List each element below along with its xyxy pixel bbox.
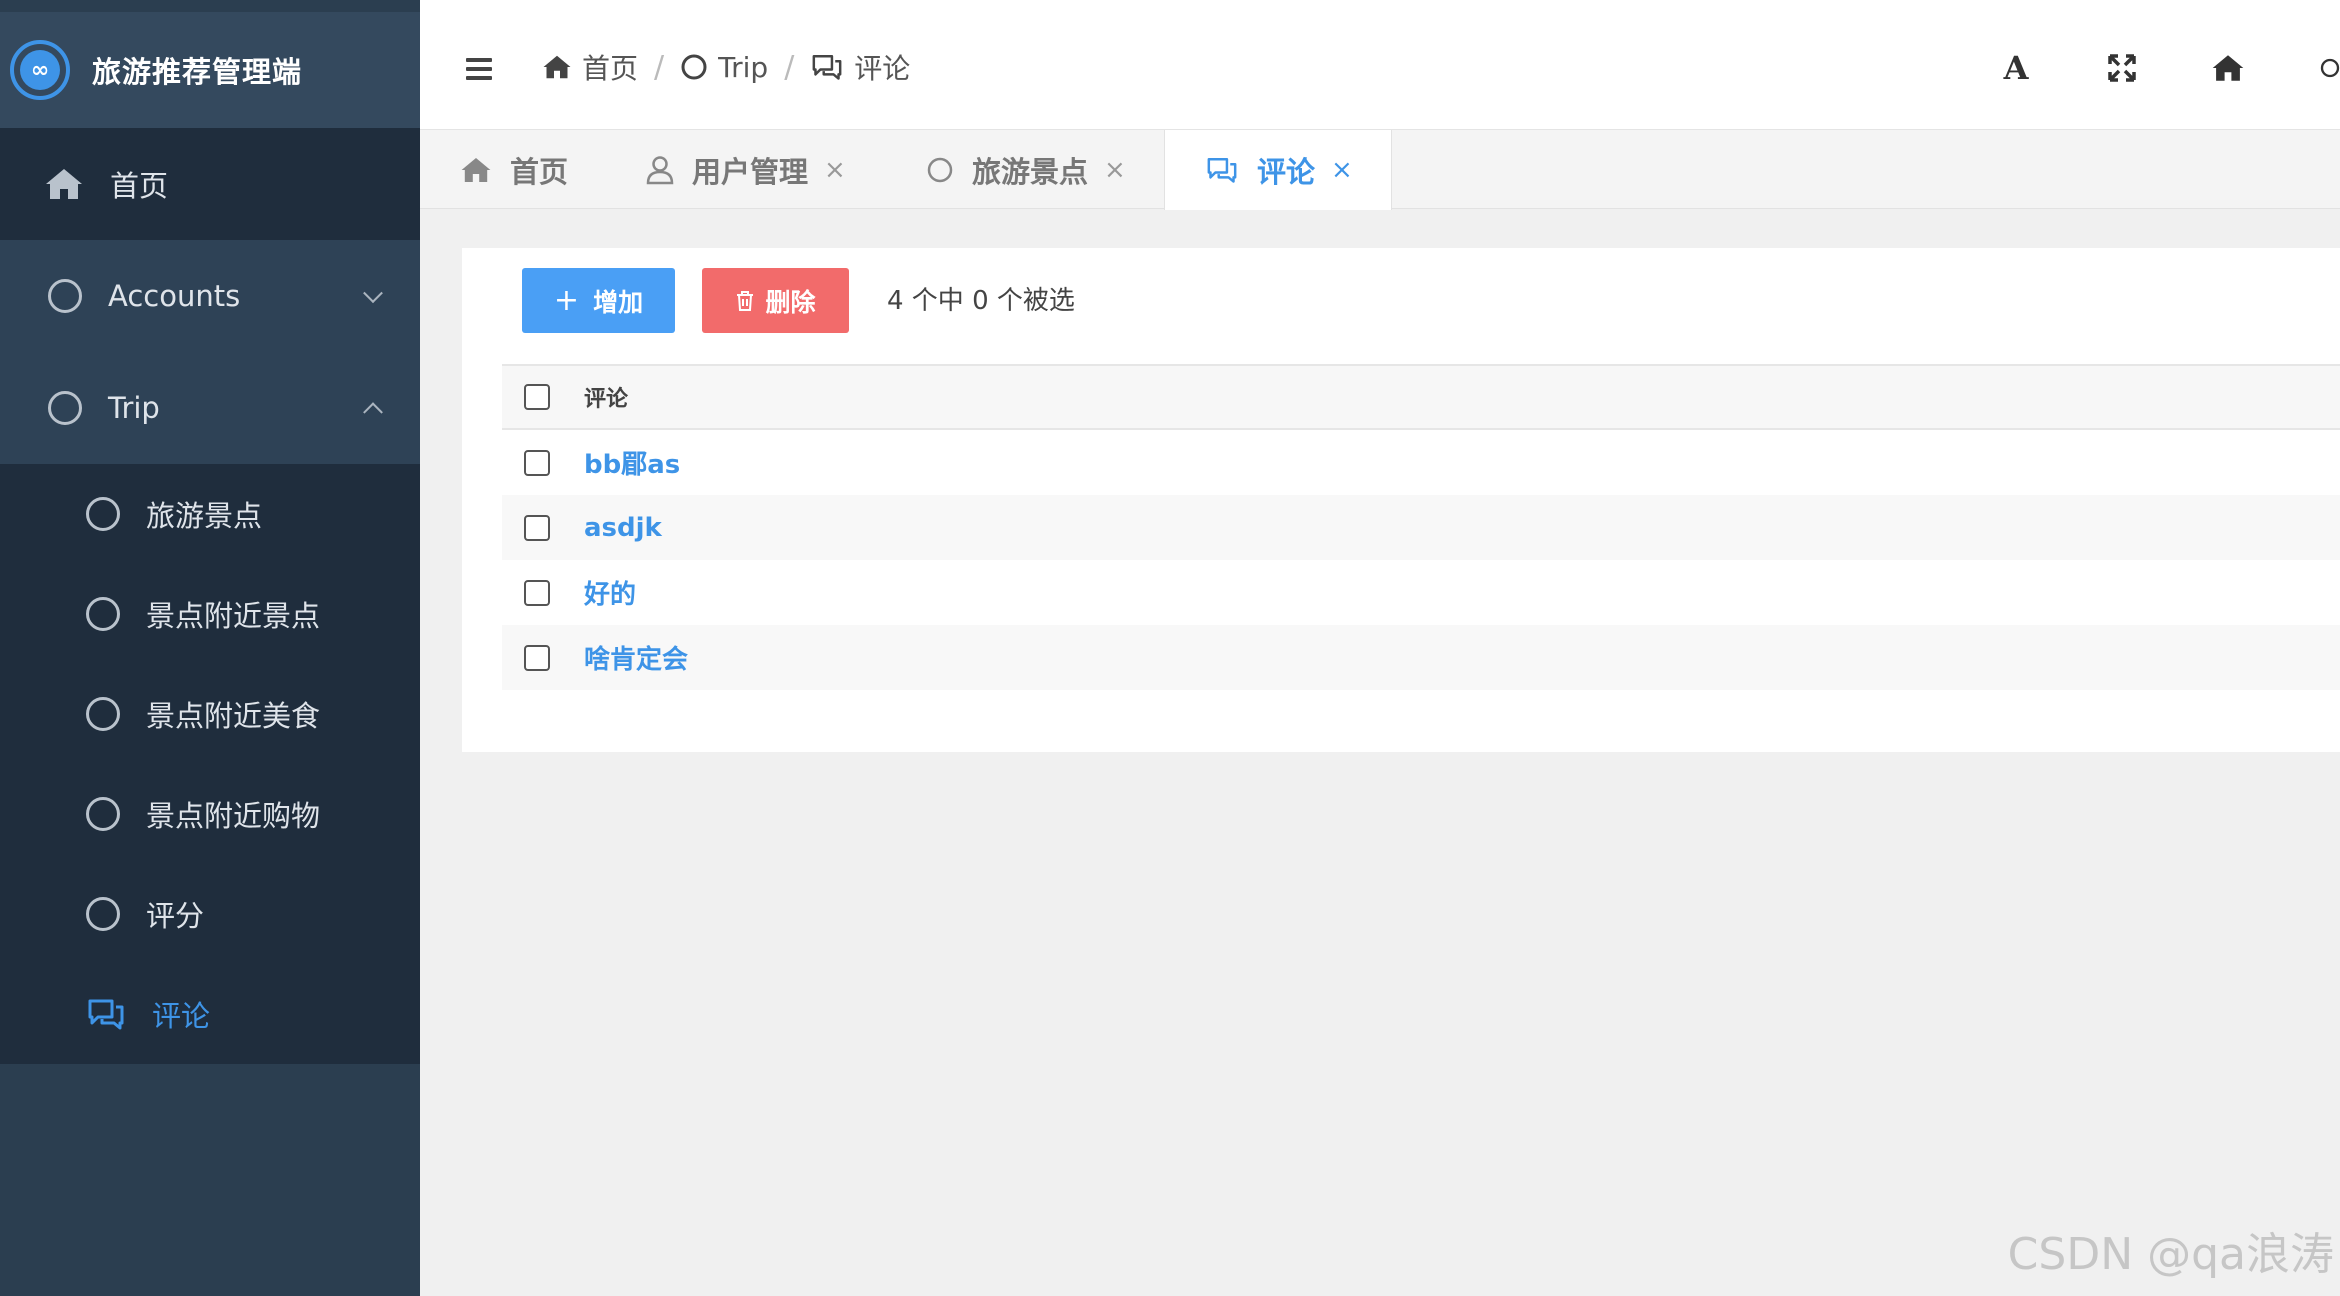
tab-user-management[interactable]: 用户管理 × <box>646 130 846 209</box>
circle-icon <box>86 797 120 831</box>
row-checkbox[interactable] <box>524 449 550 476</box>
comments-icon <box>1207 158 1237 183</box>
comment-link[interactable]: bb郿as <box>584 444 680 481</box>
tab-label: 用户管理 <box>692 154 809 189</box>
sidebar-subitem-nearby-shopping[interactable]: 景点附近购物 <box>0 764 420 864</box>
circle-icon <box>681 54 707 80</box>
sidebar-subitem-label: 评论 <box>152 999 211 1033</box>
row-checkbox[interactable] <box>524 514 550 541</box>
infinity-logo-icon: ∞ <box>10 40 70 100</box>
comments-icon <box>88 999 124 1030</box>
sidebar-subitem-label: 景点附近景点 <box>146 599 321 633</box>
breadcrumb-separator: / <box>784 49 795 85</box>
sidebar-subitem-label: 景点附近美食 <box>146 699 321 733</box>
circle-icon <box>86 497 120 531</box>
add-button-label: 增加 <box>593 287 644 317</box>
sidebar: ∞ 旅游推荐管理端 首页 Accounts Trip 旅游景点 景点附近景点 景… <box>0 0 420 1296</box>
sidebar-item-label: 首页 <box>110 169 169 203</box>
tab-label: 旅游景点 <box>972 154 1089 189</box>
trip-submenu: 旅游景点 景点附近景点 景点附近美食 景点附近购物 评分 评论 <box>0 464 420 1064</box>
select-all-checkbox[interactable] <box>524 384 550 410</box>
home-icon <box>461 157 491 182</box>
watermark: CSDN @qa浪涛 <box>2007 1229 2334 1280</box>
sidebar-subitem-label: 评分 <box>146 899 205 933</box>
circle-icon <box>48 279 82 313</box>
close-icon[interactable]: × <box>1331 155 1353 185</box>
sidebar-subitem-nearby-spots[interactable]: 景点附近景点 <box>0 564 420 664</box>
user-icon <box>646 155 674 184</box>
user-menu-icon[interactable] <box>2320 46 2340 90</box>
sidebar-subitem-scenic-spots[interactable]: 旅游景点 <box>0 464 420 564</box>
delete-button[interactable]: 删除 <box>702 268 849 333</box>
menu-toggle-icon[interactable] <box>466 58 492 80</box>
comments-icon <box>812 55 842 80</box>
breadcrumb-comments: 评论 <box>810 47 910 87</box>
top-header: 首页 / Trip / 评论 A <box>420 12 2340 130</box>
sidebar-item-trip[interactable]: Trip <box>0 352 420 464</box>
tab-label: 首页 <box>510 154 569 189</box>
sidebar-subitem-nearby-food[interactable]: 景点附近美食 <box>0 664 420 764</box>
fullscreen-icon[interactable] <box>2100 46 2144 90</box>
breadcrumb-trip[interactable]: Trip <box>680 51 768 84</box>
breadcrumb: 首页 / Trip / 评论 <box>542 42 910 92</box>
comment-link[interactable]: 啥肯定会 <box>584 639 688 676</box>
content-panel: + 增加 删除 4 个中 0 个被选 评论 bb郿as asdjk 好的 啥肯定… <box>462 248 2340 752</box>
chevron-up-icon <box>363 402 383 423</box>
table-header-row: 评论 <box>502 364 2340 430</box>
circle-icon <box>86 697 120 731</box>
circle-icon <box>86 597 120 631</box>
sidebar-subitem-label: 旅游景点 <box>146 499 263 533</box>
close-icon[interactable]: × <box>1104 155 1126 185</box>
breadcrumb-home[interactable]: 首页 <box>542 47 638 87</box>
sidebar-subitem-comments[interactable]: 评论 <box>0 964 420 1064</box>
sidebar-item-label: Accounts <box>108 279 241 313</box>
sidebar-item-home[interactable]: 首页 <box>0 128 420 240</box>
plus-icon: + <box>553 283 580 318</box>
breadcrumb-separator: / <box>654 49 665 85</box>
selection-count: 4 个中 0 个被选 <box>887 286 1075 316</box>
sidebar-item-accounts[interactable]: Accounts <box>0 240 420 352</box>
table-row: 啥肯定会 <box>502 625 2340 690</box>
home-icon[interactable] <box>2206 46 2250 90</box>
tab-scenic-spots[interactable]: 旅游景点 × <box>926 130 1126 209</box>
tab-home[interactable]: 首页 <box>460 130 568 209</box>
close-icon[interactable]: × <box>824 155 846 185</box>
home-icon <box>543 55 571 79</box>
app-title: 旅游推荐管理端 <box>92 55 303 89</box>
comments-table: 评论 bb郿as asdjk 好的 啥肯定会 <box>502 364 2340 690</box>
circle-icon <box>927 157 953 182</box>
delete-button-label: 删除 <box>765 287 816 317</box>
row-checkbox[interactable] <box>524 644 550 671</box>
table-row: asdjk <box>502 495 2340 560</box>
table-row: 好的 <box>502 560 2340 625</box>
tab-label: 评论 <box>1257 155 1316 189</box>
sidebar-subitem-label: 景点附近购物 <box>146 799 321 833</box>
tab-bar: 首页 用户管理 × 旅游景点 × 评论 × <box>420 130 2340 210</box>
sidebar-subitem-ratings[interactable]: 评分 <box>0 864 420 964</box>
circle-icon <box>86 897 120 931</box>
sidebar-item-label: Trip <box>108 391 160 425</box>
tab-comments[interactable]: 评论 × <box>1164 130 1392 210</box>
add-button[interactable]: + 增加 <box>522 268 675 333</box>
comment-link[interactable]: asdjk <box>584 513 662 543</box>
logo-bar: ∞ 旅游推荐管理端 <box>0 12 420 128</box>
circle-icon <box>48 391 82 425</box>
comment-link[interactable]: 好的 <box>584 574 636 611</box>
row-checkbox[interactable] <box>524 579 550 606</box>
home-icon <box>46 169 82 199</box>
column-header-comment[interactable]: 评论 <box>584 381 628 413</box>
chevron-down-icon <box>363 283 383 304</box>
font-size-button[interactable]: A <box>1994 46 2038 90</box>
trash-icon <box>737 290 754 311</box>
table-row: bb郿as <box>502 430 2340 495</box>
